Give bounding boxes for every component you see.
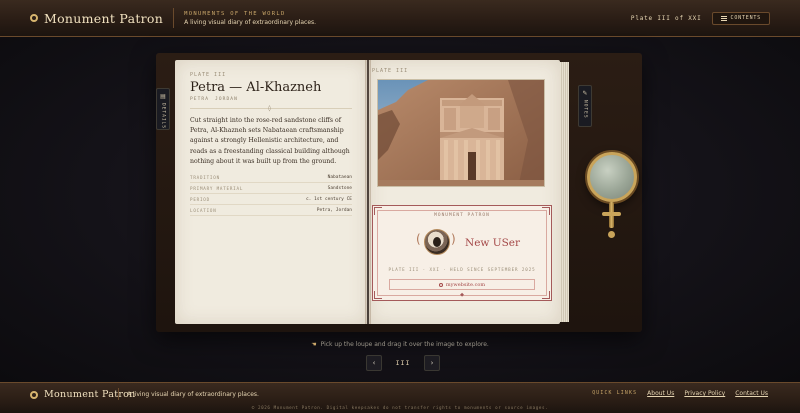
brand-logo[interactable]: Monument Patron (30, 11, 163, 26)
monument-title: Petra — Al-Khazneh (190, 80, 322, 95)
fact-key: PRIMARY MATERIAL (190, 185, 244, 191)
book-spine (365, 60, 371, 324)
notes-tab-label: NOTES (582, 100, 588, 119)
header-right: Plate III of XXI CONTENTS (630, 11, 770, 25)
monument-description: Cut straight into the rose-red sandstone… (190, 117, 350, 165)
fact-value: Petra, Jordan (316, 207, 352, 213)
loupe-tip (608, 231, 615, 238)
monument-photo[interactable] (377, 79, 545, 187)
petra-treasury-illustration (378, 80, 544, 186)
details-tab[interactable]: ▤ DETAILS (156, 88, 170, 130)
facts-table: TRADITION Nabataean PRIMARY MATERIAL San… (190, 172, 352, 216)
details-tab-label: DETAILS (160, 103, 166, 129)
contents-button[interactable]: CONTENTS (711, 11, 770, 25)
privacy-policy-link[interactable]: Privacy Policy (684, 390, 725, 397)
contact-us-link[interactable]: Contact Us (735, 390, 768, 397)
patron-meta: PLATE III · XXI · HELD SINCE SEPTEMBER 2… (388, 267, 536, 272)
footer-brand[interactable]: Monument Patron (30, 389, 136, 400)
site-footer: Monument Patron A living visual diary of… (0, 382, 800, 413)
top-header: Monument Patron MONUMENTS OF THE WORLD A… (0, 0, 800, 37)
laurel-right-icon: ) (451, 232, 456, 246)
location-city: PETRA (190, 97, 210, 102)
patron-website-link[interactable]: mywebsite.com (389, 279, 535, 290)
left-page-kicker: PLATE III (190, 72, 227, 78)
laurel-left-icon: ( (416, 232, 421, 246)
loupe-crossbar (602, 212, 621, 216)
hint-text: Pick up the loupe and drag it over the i… (320, 341, 489, 348)
quick-links-label: QUICK LINKS (592, 391, 638, 396)
avatar-figure-icon (433, 237, 441, 247)
fact-row: PRIMARY MATERIAL Sandstone (190, 183, 352, 194)
fact-row: LOCATION Petra, Jordan (190, 205, 352, 216)
fact-value: c. 1st century CE (305, 196, 352, 202)
contents-label: CONTENTS (730, 15, 761, 21)
fact-key: TRADITION (190, 174, 220, 180)
plate-indicator: Plate III of XXI (630, 14, 702, 22)
header-kicker: MONUMENTS OF THE WORLD (184, 10, 286, 17)
page-edges (560, 62, 569, 322)
fact-key: LOCATION (190, 207, 217, 213)
patron-avatar (424, 229, 450, 255)
monument-location: PETRA JORDAN (190, 97, 238, 102)
right-page-kicker: PLATE III (372, 68, 409, 74)
brand-mark-icon (30, 14, 38, 22)
pager: ‹ III › (366, 355, 440, 371)
title-rule (190, 108, 352, 109)
fact-key: PERIOD (190, 196, 210, 202)
notes-tab[interactable]: ✎ NOTES (578, 85, 592, 127)
footer-links: QUICK LINKS About Us Privacy Policy Cont… (592, 390, 768, 397)
patron-card-title: MONUMENT PATRON (434, 213, 490, 218)
header-tagline: A living visual diary of extraordinary p… (184, 18, 317, 26)
copyright: © 2026 Monument Patron. Digital keepsake… (251, 405, 549, 410)
details-tab-icon: ▤ (160, 93, 166, 100)
brand-name: Monument Patron (44, 10, 164, 26)
header-divider (173, 8, 175, 28)
header-subtitle: MONUMENTS OF THE WORLD A living visual d… (184, 11, 316, 26)
diamond-ornament-icon: ◊ (268, 105, 271, 112)
fact-row: PERIOD c. 1st century CE (190, 194, 352, 205)
fact-value: Sandstone (327, 185, 352, 191)
hand-icon: ☚ (311, 341, 317, 348)
card-ornament-icon: ◆ (460, 292, 464, 298)
page-label: III (395, 359, 411, 367)
footer-tagline: A living visual diary of extraordinary p… (127, 391, 259, 398)
fact-row: TRADITION Nabataean (190, 172, 352, 183)
footer-divider (118, 388, 119, 400)
contents-icon (720, 15, 727, 21)
prev-page-button[interactable]: ‹ (366, 355, 382, 371)
footer-brand-name: Monument Patron (44, 389, 136, 400)
patron-card: MONUMENT PATRON ( ) New USer PLATE III ·… (372, 205, 552, 301)
fact-value: Nabataean (327, 174, 352, 180)
magnifier-loupe-icon[interactable] (587, 152, 637, 202)
footer-brand-mark-icon (30, 390, 38, 399)
pencil-icon: ✎ (582, 90, 588, 97)
next-page-button[interactable]: › (424, 355, 440, 371)
about-us-link[interactable]: About Us (647, 390, 674, 397)
patron-website-text: mywebsite.com (445, 281, 486, 288)
globe-icon (438, 282, 443, 287)
location-country: JORDAN (215, 97, 238, 102)
loupe-hint: ☚ Pick up the loupe and drag it over the … (0, 341, 800, 348)
patron-name: New USer (465, 237, 521, 249)
